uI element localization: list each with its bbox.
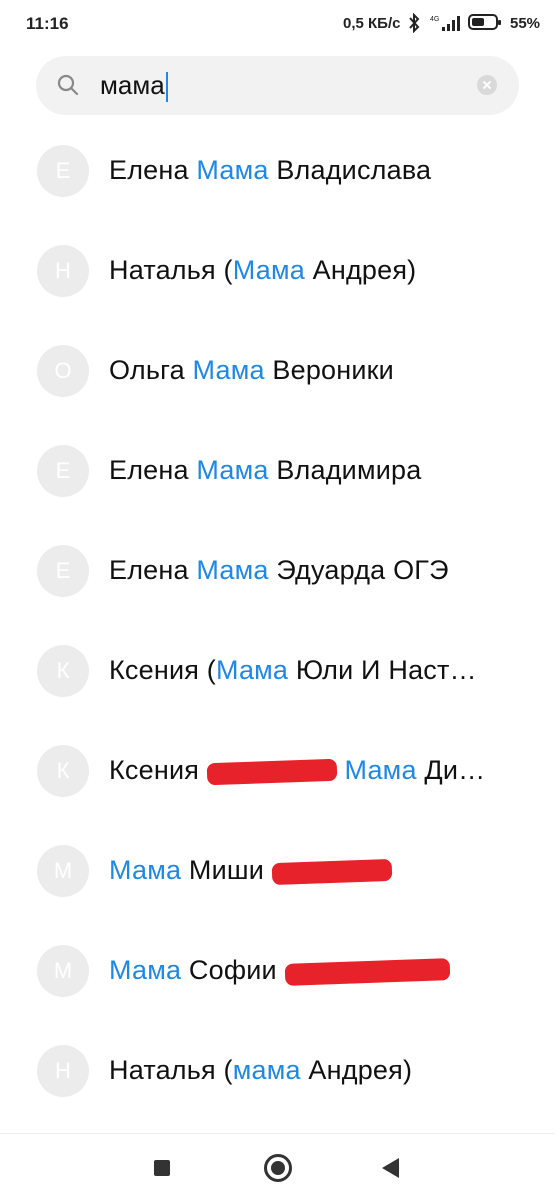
search-highlight: мама	[232, 1055, 301, 1085]
battery-icon	[468, 14, 501, 30]
avatar: К	[37, 745, 89, 797]
search-highlight: Мама	[344, 755, 417, 785]
avatar: М	[37, 945, 89, 997]
name-text: Юли И Наст…	[288, 655, 477, 685]
search-highlight: Мама	[109, 855, 182, 885]
contact-name: Елена Мама Владимира	[109, 455, 519, 486]
name-text: Елена	[109, 555, 197, 585]
status-bar: 11:16 0,5 КБ/с 4G 55%	[0, 0, 555, 52]
contact-name: Елена Мама Владислава	[109, 155, 519, 186]
avatar: Е	[37, 145, 89, 197]
search-query-text: мама	[100, 70, 165, 100]
name-text: Эдуарда ОГЭ	[268, 555, 449, 585]
contact-name: Мама Софии	[109, 955, 519, 986]
clear-icon[interactable]	[477, 75, 497, 95]
avatar: Е	[37, 545, 89, 597]
contact-row[interactable]: Н Наталья (мама Андрея)	[0, 1021, 555, 1121]
contact-name: Ксения Мама Ди…	[109, 755, 519, 786]
name-text: Ольга	[109, 355, 193, 385]
name-text: Елена	[109, 155, 197, 185]
avatar: Е	[37, 445, 89, 497]
redaction-mark	[271, 858, 393, 885]
name-text: Андрея)	[304, 255, 417, 285]
contact-row[interactable]: Е Елена Мама Владимира	[0, 421, 555, 521]
contact-row[interactable]: М Мама Миши	[0, 821, 555, 921]
contact-name: Ольга Мама Вероники	[109, 355, 519, 386]
name-text: Елена	[109, 455, 197, 485]
search-highlight: Мама	[232, 255, 305, 285]
search-highlight: Мама	[109, 955, 182, 985]
avatar: Н	[37, 245, 89, 297]
name-text: Софии	[181, 955, 285, 985]
contact-row[interactable]: Е Елена Мама Владислава	[0, 121, 555, 221]
contact-name: Елена Мама Эдуарда ОГЭ	[109, 555, 519, 586]
navigation-bar	[0, 1133, 555, 1201]
contact-row[interactable]: К Ксения Мама Ди…	[0, 721, 555, 821]
name-text: Миши	[181, 855, 272, 885]
name-text: Наталья (	[109, 255, 233, 285]
contact-row[interactable]: О Ольга Мама Вероники	[0, 321, 555, 421]
bluetooth-icon	[409, 13, 420, 33]
avatar: Н	[37, 1045, 89, 1097]
network-speed: 0,5 КБ/с	[343, 15, 401, 32]
contact-row[interactable]: К Ксения (Мама Юли И Наст…	[0, 621, 555, 721]
search-highlight: Мама	[196, 155, 269, 185]
search-input[interactable]: мама	[100, 69, 168, 103]
redaction-mark	[206, 758, 338, 786]
name-text: Вероники	[264, 355, 394, 385]
network-type-label: 4G	[430, 16, 439, 23]
avatar: М	[37, 845, 89, 897]
recents-square-icon[interactable]	[154, 1160, 170, 1176]
name-text: Андрея)	[300, 1055, 413, 1085]
search-highlight: Мама	[215, 655, 289, 685]
name-text: Владимира	[268, 455, 422, 485]
contact-name: Ксения (Мама Юли И Наст…	[109, 655, 519, 686]
back-triangle-icon[interactable]	[382, 1158, 399, 1178]
status-time: 11:16	[26, 14, 69, 33]
avatar: О	[37, 345, 89, 397]
contact-row[interactable]: Е Елена Мама Эдуарда ОГЭ	[0, 521, 555, 621]
contact-name: Наталья (Мама Андрея)	[109, 255, 519, 286]
search-highlight: Мама	[192, 355, 265, 385]
redaction-mark	[284, 958, 450, 986]
name-text: Ди…	[416, 755, 486, 785]
home-circle-icon[interactable]	[264, 1154, 292, 1182]
search-highlight: Мама	[196, 555, 269, 585]
search-highlight: Мама	[196, 455, 269, 485]
name-text: Владислава	[268, 155, 432, 185]
contact-name: Мама Миши	[109, 855, 519, 886]
contact-name: Наталья (мама Андрея)	[109, 1055, 519, 1086]
avatar: К	[37, 645, 89, 697]
search-icon	[57, 74, 79, 96]
name-text: Ксения (	[109, 655, 216, 685]
text-caret	[165, 72, 168, 103]
battery-percent: 55%	[510, 15, 541, 32]
battery-level-fill	[472, 18, 485, 26]
search-bar[interactable]: мама	[36, 56, 519, 115]
contact-list: Е Елена Мама Владислава Н Наталья (Мама Анд…	[0, 121, 555, 1121]
contact-row[interactable]: М Мама Софии	[0, 921, 555, 1021]
name-text: Ксения	[109, 755, 207, 785]
name-text: Наталья (	[109, 1055, 233, 1085]
contact-row[interactable]: Н Наталья (Мама Андрея)	[0, 221, 555, 321]
signal-icon: 4G	[430, 16, 460, 31]
